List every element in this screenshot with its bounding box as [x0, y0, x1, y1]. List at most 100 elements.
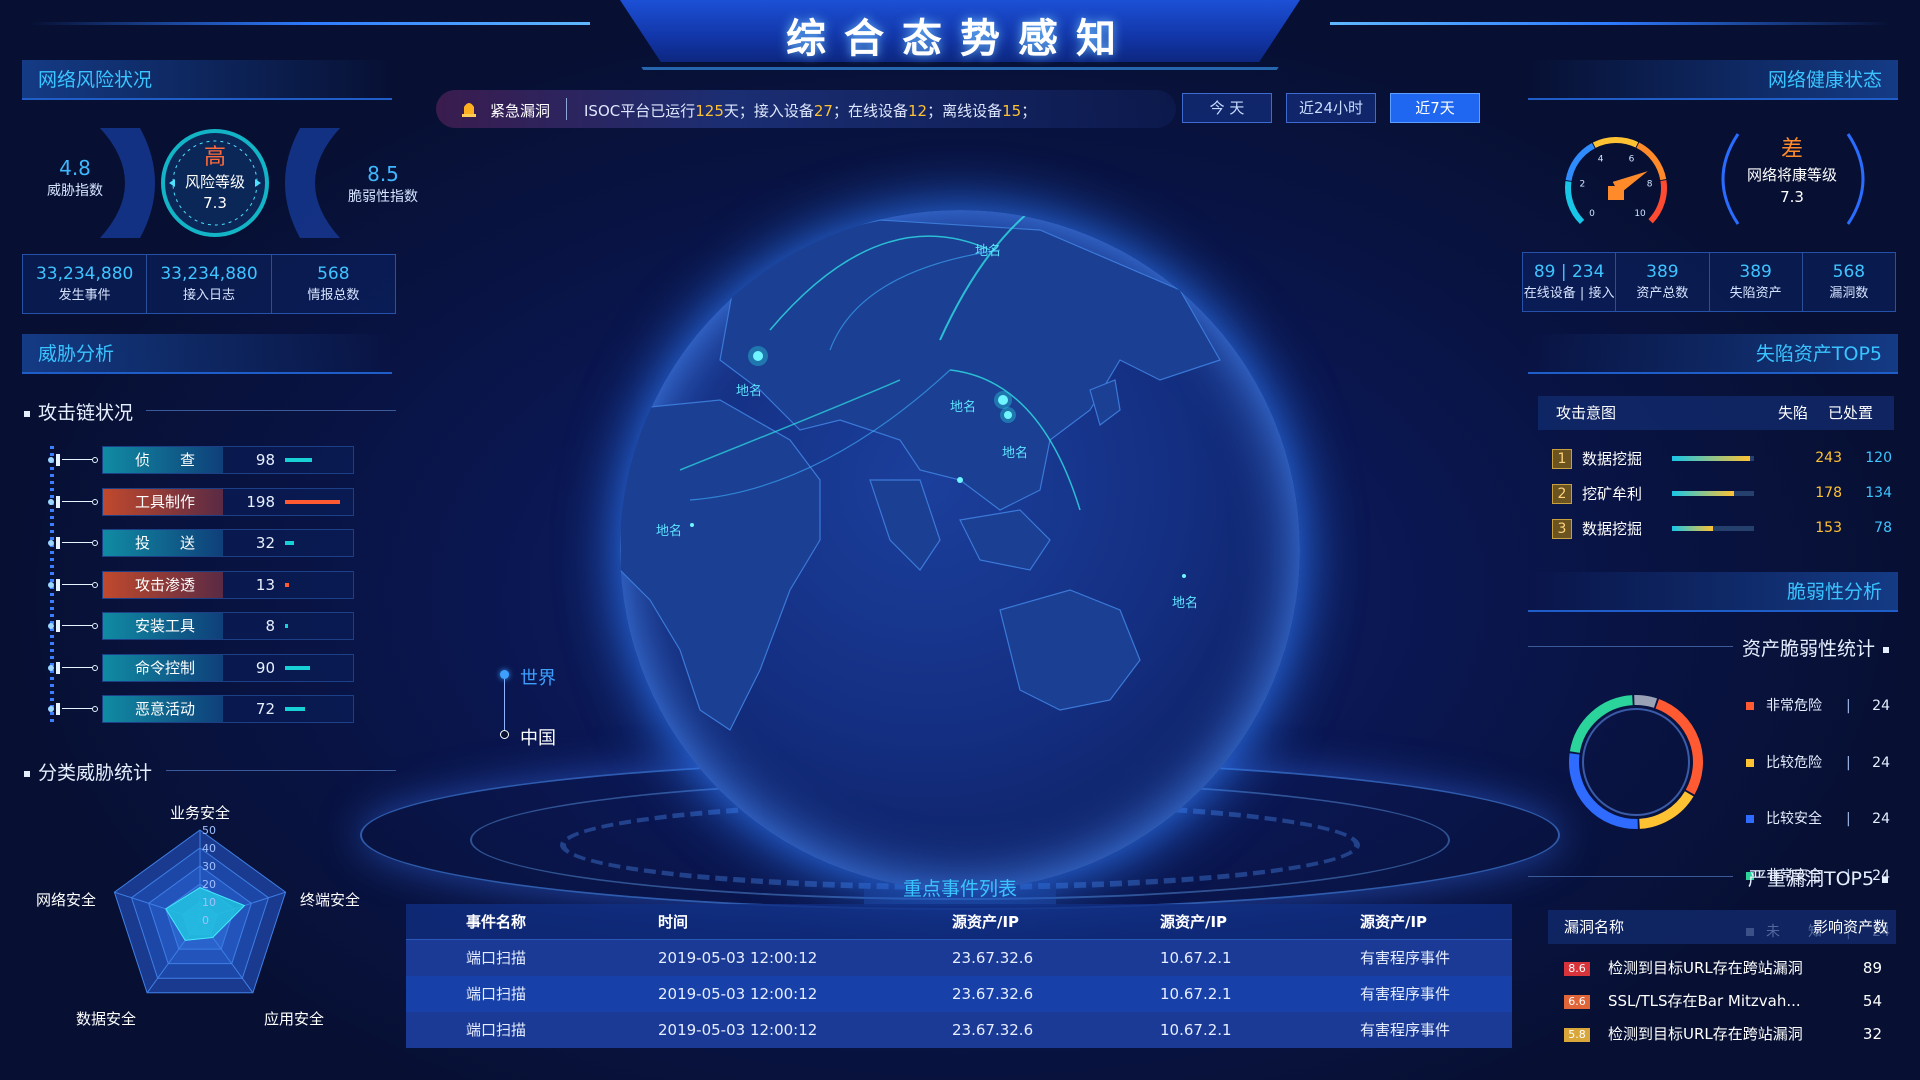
radar-tick-label: 50 — [202, 824, 216, 837]
gauge-hub — [1608, 186, 1624, 200]
section-title: 脆弱性分析 — [1786, 581, 1882, 603]
scope-world-option[interactable]: 世界 — [520, 664, 556, 690]
chain-stage-label: 命令控制 — [103, 654, 223, 681]
table-cell: 端口扫描 — [466, 985, 527, 1003]
chain-bar: 工具制作 198 — [102, 487, 354, 516]
radar-tick-label: 30 — [202, 860, 216, 873]
risk-level-value: 7.3 — [203, 194, 227, 212]
category-threat-title: 分类威胁统计 — [24, 758, 152, 785]
column-header: 漏洞名称 — [1564, 918, 1625, 936]
column-header: 源资产/IP — [1160, 913, 1228, 931]
stat-events: 33,234,880 发生事件 — [23, 255, 148, 313]
table-cell: 2019-05-03 12:00:12 — [658, 985, 818, 1003]
list-item[interactable]: 1 数据挖掘 243 120 — [1552, 446, 1892, 470]
vuln-score-badge: 8.6 — [1564, 961, 1590, 976]
column-header: 源资产/IP — [952, 913, 1020, 931]
chain-stage-value: 13 — [255, 575, 275, 594]
divider — [566, 98, 567, 120]
chain-stage-label: 工具制作 — [103, 488, 223, 515]
fallen-handled: 134 — [1865, 485, 1892, 501]
right-stats: 89 | 234 在线设备 | 接入 389 资产总数 389 失陷资产 568 漏洞数 — [1522, 252, 1896, 312]
legend-swatch — [1746, 758, 1754, 767]
column-header: 事件名称 — [466, 913, 527, 931]
table-row[interactable]: 端口扫描 2019-05-03 12:00:12 23.67.32.6 10.67.2… — [406, 1012, 1512, 1048]
radar-axis-label: 业务安全 — [170, 804, 230, 822]
attack-chain-row[interactable]: 恶意活动 72 — [44, 695, 354, 723]
gauge-tick-label: 10 — [1634, 209, 1646, 219]
table-row[interactable]: 端口扫描 2019-05-03 12:00:12 23.67.32.6 10.67.2… — [406, 976, 1512, 1012]
table-cell: 10.67.2.1 — [1160, 1021, 1232, 1039]
chain-bar: 安装工具 8 — [102, 612, 354, 640]
chain-node-icon — [44, 578, 102, 591]
events-table-header: 事件名称 时间 源资产/IP 源资产/IP 源资产/IP — [406, 904, 1512, 940]
chain-stage-meter — [285, 582, 289, 587]
stat-fallen-assets: 389 失陷资产 — [1710, 253, 1803, 311]
vuln-score-badge: 6.6 — [1564, 994, 1590, 1009]
chain-stage-meter — [285, 499, 340, 504]
place-label: 地名 — [656, 524, 683, 539]
left-stats: 33,234,880 发生事件 33,234,880 接入日志 568 情报总数 — [22, 254, 396, 314]
range-24h-button[interactable]: 近24小时 — [1286, 93, 1376, 123]
list-item[interactable]: 6.6 SSL/TLS存在Bar Mitzvah... 54 — [1564, 989, 1890, 1013]
scope-china-option[interactable]: 中国 — [520, 724, 556, 750]
chain-node-icon — [44, 495, 102, 508]
attack-chain-row[interactable]: 攻击渗透 13 — [44, 570, 354, 599]
attack-chain-row[interactable]: 工具制作 198 — [44, 487, 354, 516]
list-item[interactable]: 2 挖矿牟利 178 134 — [1552, 481, 1892, 505]
attack-chain-row[interactable]: 命令控制 90 — [44, 653, 354, 682]
chain-bar: 攻击渗透 13 — [102, 570, 354, 599]
list-item[interactable]: 8.6 检测到目标URL存在跨站漏洞 89 — [1564, 956, 1890, 980]
world-globe[interactable]: 地名 地名 地名 地名 地名 地名 — [620, 210, 1300, 890]
legend-sep: | — [1846, 811, 1851, 827]
stat-logs: 33,234,880 接入日志 — [147, 255, 272, 313]
legend-item[interactable]: 比较危险 | 24 — [1746, 749, 1896, 777]
category-radar-chart: 50 40 30 20 10 0 业务安全终端安全应用安全 数据安全 网络安全 — [36, 804, 360, 1028]
radar-axis-label: 数据安全 — [76, 1010, 136, 1028]
radar-tick-label: 20 — [202, 878, 216, 891]
section-header-risk: 网络风险状况 — [22, 60, 392, 100]
divider — [166, 770, 396, 771]
table-cell: 端口扫描 — [466, 949, 527, 967]
section-title: 网络风险状况 — [38, 69, 153, 91]
events-title: 重点事件列表 — [864, 872, 1056, 906]
range-7d-button[interactable]: 近7天 — [1390, 93, 1480, 123]
attack-chain-row[interactable]: 安装工具 8 — [44, 612, 354, 640]
legend-swatch — [1746, 702, 1754, 710]
table-cell: 10.67.2.1 — [1160, 949, 1232, 967]
table-cell: 23.67.32.6 — [952, 1021, 1034, 1039]
severe-table-header: 漏洞名称 影响资产数 — [1548, 910, 1896, 944]
health-level: 差 网络将康等级 7.3 — [1730, 136, 1854, 208]
table-cell: 23.67.32.6 — [952, 985, 1034, 1003]
table-row[interactable]: 端口扫描 2019-05-03 12:00:12 23.67.32.6 10.67.2… — [406, 940, 1512, 976]
list-item[interactable]: 5.8 检测到目标URL存在跨站漏洞 32 — [1564, 1022, 1890, 1046]
fallen-table-header: 攻击意图 失陷 已处置 — [1538, 396, 1894, 430]
vuln-name: SSL/TLS存在Bar Mitzvah... — [1608, 992, 1801, 1010]
radar-axis-label: 应用安全 — [264, 1010, 324, 1028]
attack-chain-row[interactable]: 侦 查 98 — [44, 446, 354, 474]
page-title: 综合态势感知 — [786, 16, 1134, 62]
legend-item[interactable]: 非常危险 | 24 — [1746, 692, 1896, 720]
attack-chain-row[interactable]: 投 送 32 — [44, 529, 354, 557]
gauge-tick-label: 4 — [1598, 155, 1604, 165]
donut-segment — [1634, 695, 1658, 708]
place-label: 地名 — [950, 400, 977, 415]
stat-vulns: 568 漏洞数 — [1829, 262, 1869, 301]
donut-segment — [1639, 791, 1694, 829]
list-item[interactable]: 3 数据挖掘 153 78 — [1552, 516, 1892, 540]
chain-bar: 侦 查 98 — [102, 446, 354, 474]
chain-node-icon — [44, 661, 102, 674]
vuln-count: 89 — [1862, 959, 1882, 977]
section-header-vuln: 脆弱性分析 — [1528, 572, 1898, 612]
chain-stage-label: 侦 查 — [103, 447, 223, 473]
radar-tick-label: 0 — [202, 914, 209, 927]
donut-segment — [1569, 695, 1633, 754]
chain-stage-meter — [285, 624, 288, 628]
chain-stage-meter — [285, 541, 294, 545]
chain-bar: 恶意活动 72 — [102, 695, 354, 723]
health-gauge: 0 2 4 6 8 10 — [1565, 137, 1667, 225]
column-header: 影响资产数 — [1812, 918, 1888, 936]
legend-item[interactable]: 比较安全 | 24 — [1746, 805, 1896, 833]
fallen-lost: 153 — [1815, 520, 1842, 536]
range-today-button[interactable]: 今 天 — [1182, 93, 1272, 123]
gauge-arc — [1592, 137, 1639, 148]
